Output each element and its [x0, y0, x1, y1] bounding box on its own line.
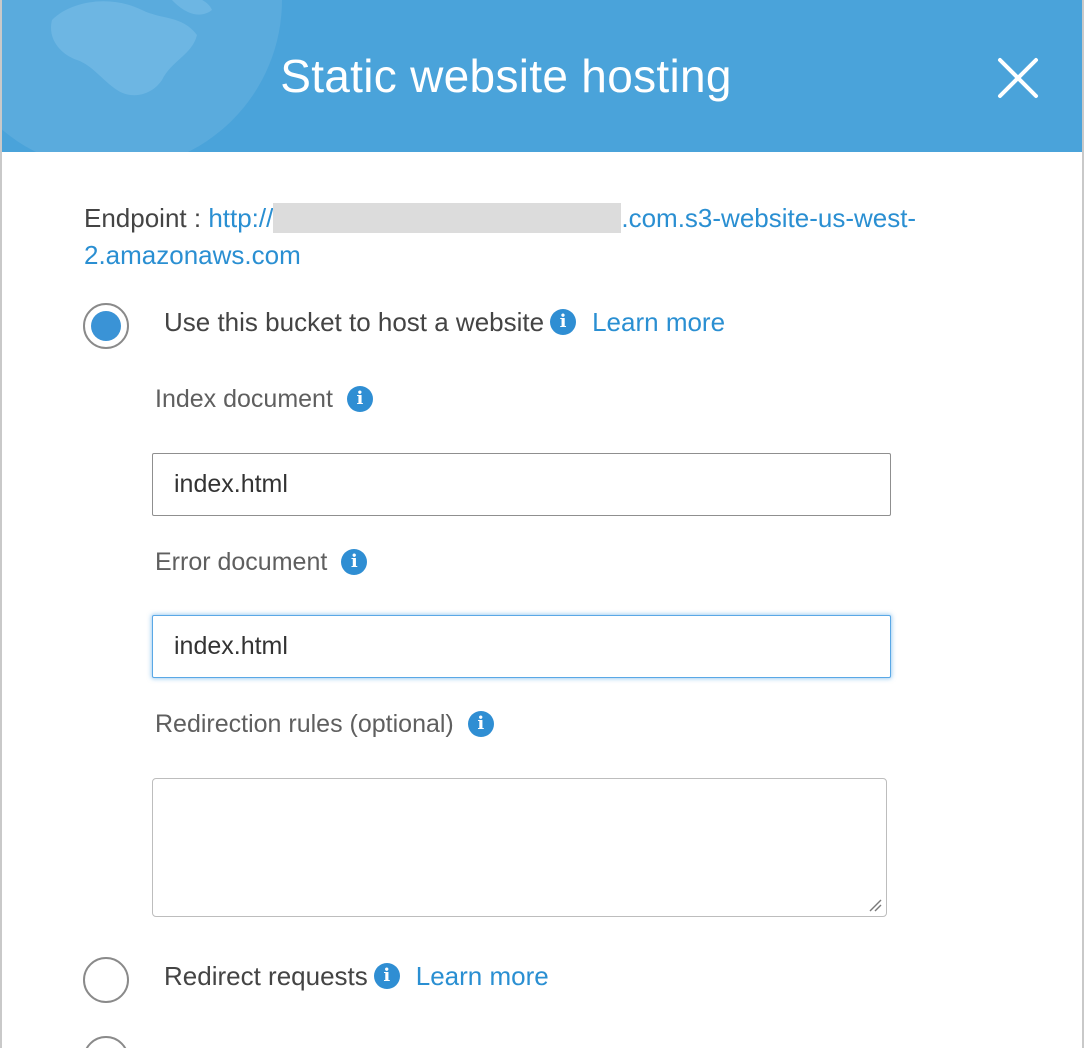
dialog-title: Static website hosting — [280, 50, 732, 102]
error-document-label-row: Error document i — [155, 545, 368, 579]
error-document-label: Error document — [155, 548, 328, 576]
redirect-requests-radio[interactable] — [83, 957, 129, 1003]
info-icon[interactable]: i — [467, 711, 494, 737]
index-document-label-row: Index document i — [155, 382, 373, 416]
index-document-input[interactable] — [152, 453, 891, 516]
learn-more-link[interactable]: Learn more — [592, 302, 725, 342]
endpoint-line: Endpoint : http://.com.s3-website-us-wes… — [84, 200, 1004, 274]
redirect-requests-label: Redirect requests — [164, 961, 368, 991]
endpoint-url-prefix: http:// — [208, 203, 274, 233]
endpoint-label: Endpoint : — [84, 203, 209, 233]
learn-more-link[interactable]: Learn more — [416, 956, 549, 996]
info-icon[interactable]: i — [550, 309, 577, 335]
dialog-header: Static website hosting — [2, 0, 1082, 152]
close-icon[interactable] — [992, 52, 1044, 104]
resize-grip-icon[interactable] — [868, 898, 882, 912]
redirection-rules-label: Redirection rules (optional) — [155, 710, 454, 738]
redirection-rules-textarea[interactable] — [152, 778, 887, 917]
static-website-hosting-dialog: Static website hosting Endpoint : http:/… — [0, 0, 1084, 1048]
third-option-radio[interactable] — [83, 1036, 129, 1048]
info-icon[interactable]: i — [373, 963, 400, 989]
info-icon[interactable]: i — [341, 549, 368, 575]
info-icon[interactable]: i — [346, 386, 373, 412]
redirection-rules-label-row: Redirection rules (optional) i — [155, 707, 494, 741]
error-document-input[interactable] — [152, 615, 891, 678]
host-website-label: Use this bucket to host a website — [164, 307, 545, 337]
redirect-requests-option: Redirect requests i Learn more — [164, 956, 549, 996]
index-document-label: Index document — [155, 385, 333, 413]
host-website-option: Use this bucket to host a website i Lear… — [164, 302, 725, 342]
host-website-radio[interactable] — [83, 303, 129, 349]
redacted-bucket-name — [273, 203, 622, 233]
endpoint-url[interactable]: http://.com.s3-website-us-west-2.amazona… — [84, 203, 916, 270]
